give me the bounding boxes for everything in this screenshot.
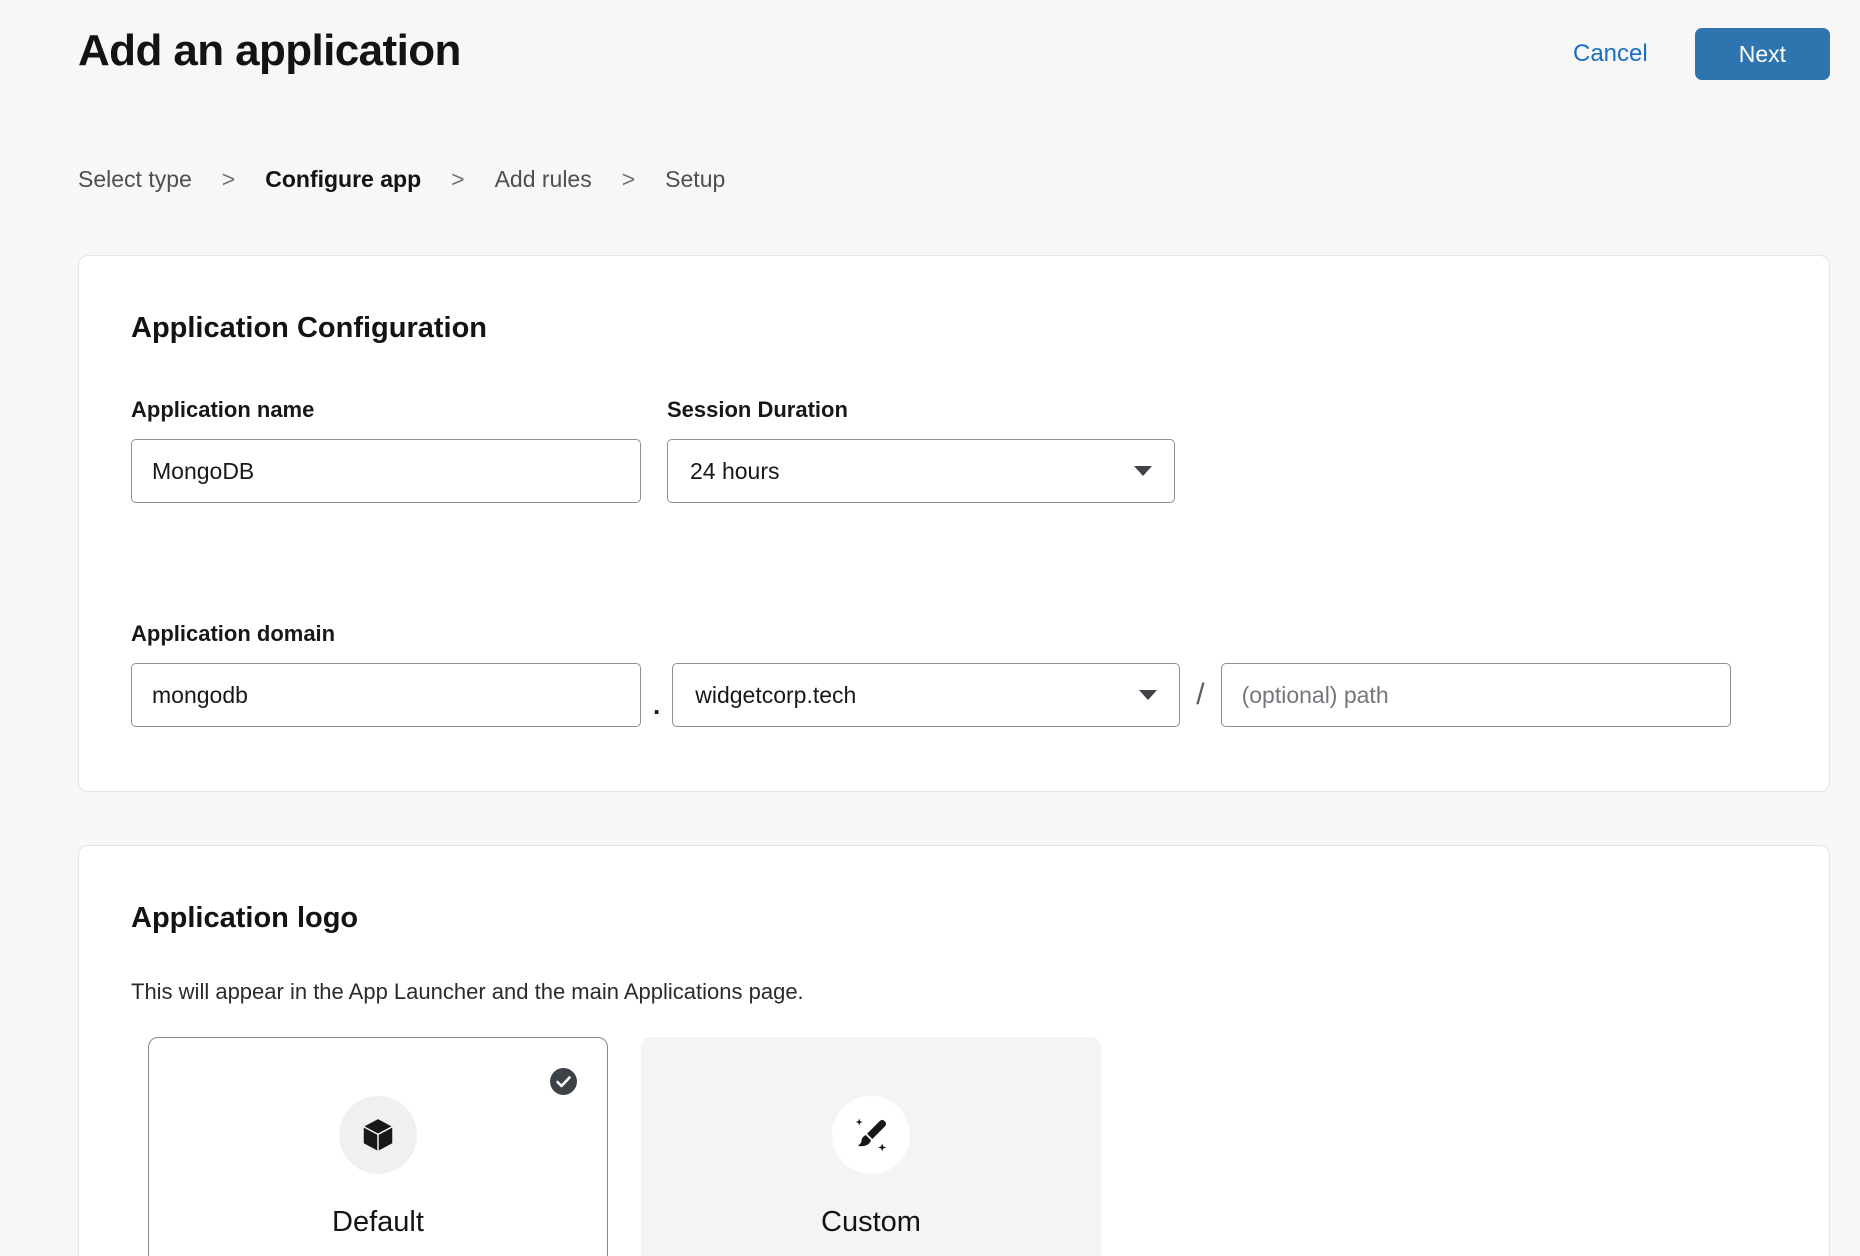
step-configure-app[interactable]: Configure app	[265, 166, 421, 193]
application-configuration-card: Application Configuration Application na…	[78, 255, 1830, 792]
application-domain-field: Application domain . widgetcorp.tech /	[131, 621, 1777, 727]
page-header: Add an application Cancel Next	[78, 26, 1830, 80]
domain-select[interactable]: widgetcorp.tech	[672, 663, 1180, 727]
session-duration-select[interactable]: 24 hours	[667, 439, 1175, 503]
cube-icon	[339, 1096, 417, 1174]
chevron-down-icon	[1134, 466, 1152, 476]
add-application-page: Add an application Cancel Next Select ty…	[0, 0, 1860, 1256]
next-button[interactable]: Next	[1695, 28, 1830, 80]
section-title-application-configuration: Application Configuration	[131, 312, 1777, 345]
application-name-label: Application name	[131, 397, 641, 423]
session-duration-label: Session Duration	[667, 397, 1175, 423]
application-logo-description: This will appear in the App Launcher and…	[131, 979, 1777, 1005]
logo-option-default[interactable]: Default	[148, 1037, 608, 1256]
step-separator: >	[622, 166, 635, 193]
domain-dot-separator: .	[653, 690, 660, 721]
domain-select-value: widgetcorp.tech	[695, 682, 856, 709]
subdomain-input[interactable]	[131, 663, 641, 727]
logo-option-custom[interactable]: Custom	[641, 1037, 1101, 1256]
paintbrush-icon	[832, 1096, 910, 1174]
step-add-rules[interactable]: Add rules	[495, 166, 592, 193]
logo-options: Default Custom	[148, 1037, 1777, 1256]
application-domain-row: . widgetcorp.tech /	[131, 663, 1777, 727]
session-duration-field: Session Duration 24 hours	[667, 397, 1175, 503]
logo-option-label: Custom	[821, 1206, 921, 1239]
name-session-row: Application name Session Duration 24 hou…	[131, 397, 1777, 503]
page-title: Add an application	[78, 26, 461, 76]
domain-slash-separator: /	[1196, 678, 1204, 712]
application-name-field: Application name	[131, 397, 641, 503]
session-duration-value: 24 hours	[690, 458, 780, 485]
chevron-down-icon	[1139, 690, 1157, 700]
application-logo-card: Application logo This will appear in the…	[78, 845, 1830, 1256]
application-name-input[interactable]	[131, 439, 641, 503]
path-input[interactable]	[1221, 663, 1731, 727]
step-select-type[interactable]: Select type	[78, 166, 192, 193]
step-separator: >	[222, 166, 235, 193]
breadcrumb: Select type > Configure app > Add rules …	[78, 166, 1830, 193]
cancel-button[interactable]: Cancel	[1573, 40, 1648, 68]
application-domain-label: Application domain	[131, 621, 1777, 647]
step-separator: >	[451, 166, 464, 193]
header-actions: Cancel Next	[1573, 28, 1830, 80]
section-title-application-logo: Application logo	[131, 902, 1777, 935]
logo-option-label: Default	[332, 1206, 424, 1239]
check-icon	[550, 1068, 577, 1095]
step-setup[interactable]: Setup	[665, 166, 725, 193]
